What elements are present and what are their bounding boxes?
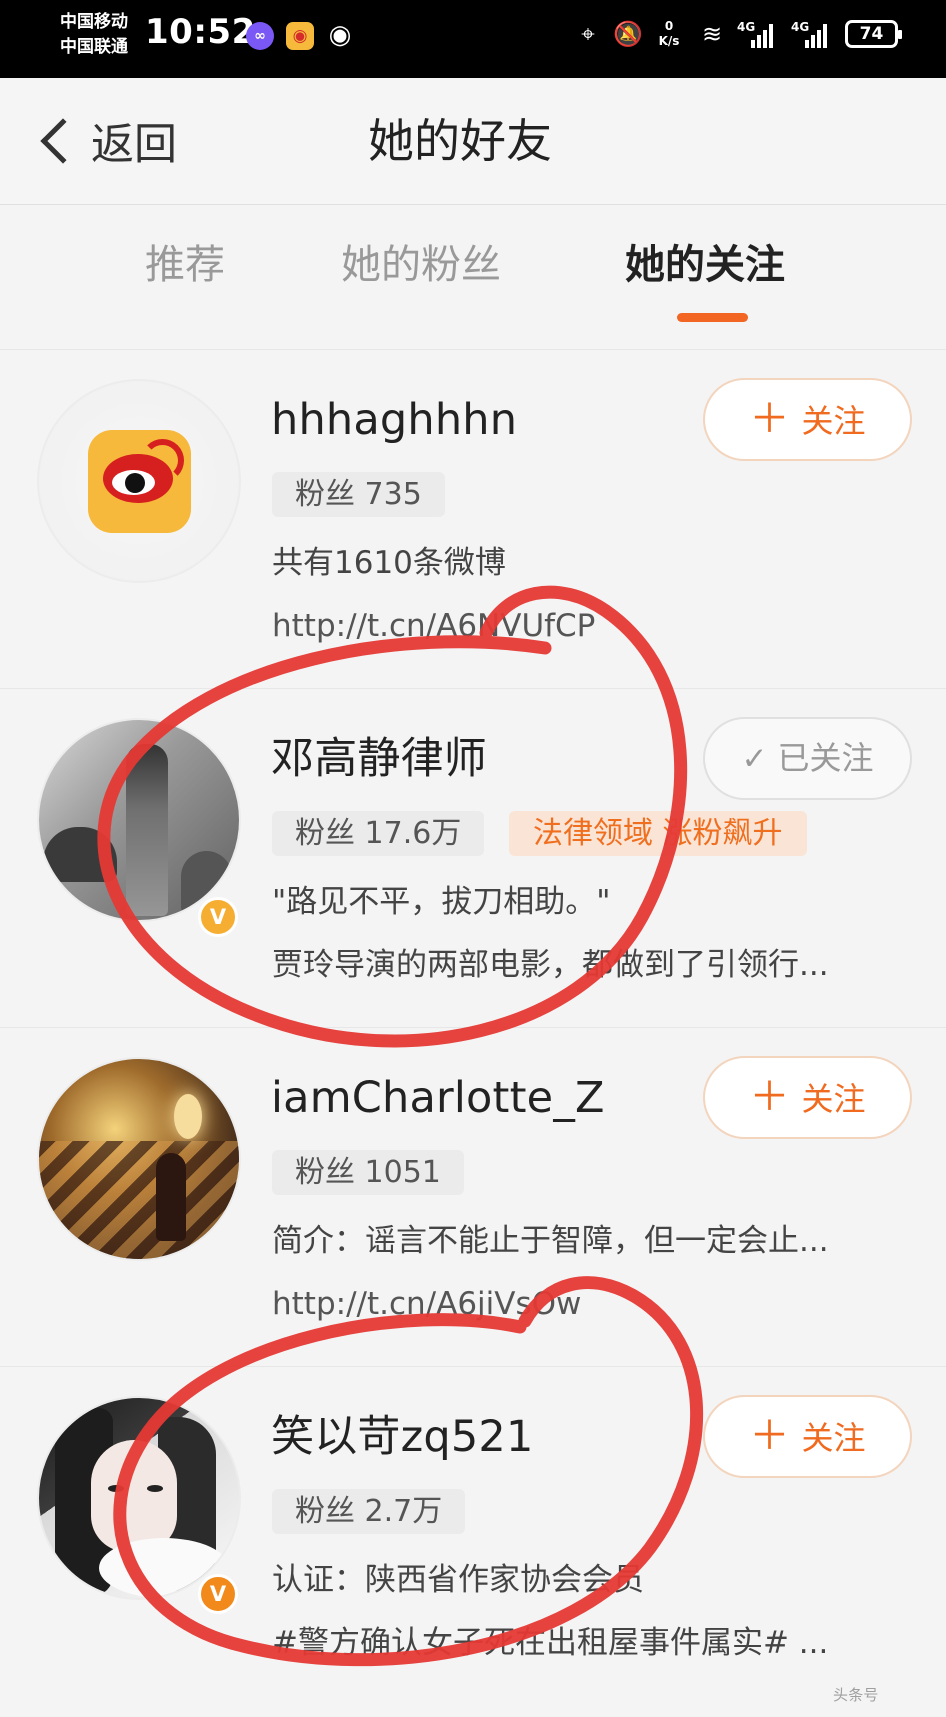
weibo-logo-icon	[88, 430, 191, 533]
user-link[interactable]: http://t.cn/A6NVUfCP	[272, 604, 912, 648]
verified-badge-icon: V	[198, 1574, 238, 1614]
signal-icon-2: 4G	[791, 20, 833, 48]
speed-value: 0	[664, 19, 674, 33]
avatar[interactable]	[37, 1396, 241, 1600]
user-description-line-1: 简介：谣言不能止于智障，但一定会止...	[272, 1223, 829, 1259]
status-bar: 中国移动 中国联通 10:52 ∞ ◉ ◉ ⌖ 🔕 0 K/s ≋ 4G 4G …	[0, 0, 946, 78]
user-row[interactable]: iamCharlotte_Z 粉丝 1051 简介：谣言不能止于智障，但一定会止…	[0, 1027, 946, 1366]
fans-count: 粉丝 1051	[272, 1150, 464, 1195]
back-label: 返回	[91, 120, 177, 170]
fans-count: 粉丝 2.7万	[272, 1489, 466, 1534]
user-name[interactable]: 笑以苛zq521	[271, 1407, 534, 1467]
user-row[interactable]: hhhaghhhn 粉丝 735 共有1610条微博 http://t.cn/A…	[0, 349, 946, 688]
user-name[interactable]: iamCharlotte_Z	[271, 1068, 605, 1128]
carrier-2: 中国联通	[60, 37, 128, 57]
check-icon: ✓	[741, 741, 768, 777]
fans-count: 粉丝 17.6万	[272, 811, 485, 856]
follow-label: 关注	[801, 402, 866, 440]
tab-bar: 推荐 她的粉丝 她的关注	[0, 205, 946, 349]
status-icons: ⌖ 🔕 0 K/s ≋ 4G 4G 74	[575, 12, 902, 56]
trend-tag: 法律领域 涨粉飙升	[509, 811, 807, 856]
signal-bars-2	[805, 24, 827, 48]
watermark: 头条号	[833, 1686, 879, 1704]
user-description-line-1: 认证：陕西省作家协会会员	[272, 1562, 644, 1598]
carrier-info: 中国移动 中国联通	[60, 10, 150, 60]
follow-button[interactable]: ＋ 关注	[703, 378, 912, 461]
tab-recommend[interactable]: 推荐	[145, 237, 225, 293]
avatar[interactable]	[37, 718, 241, 922]
follow-label: 关注	[801, 1080, 866, 1118]
mute-bell-icon: 🔕	[613, 20, 643, 48]
user-description-line-2: #警方确认女子死在出租屋事件属实# ...	[272, 1625, 829, 1661]
navigation-bar: 返回 她的好友	[0, 78, 946, 205]
following-list: hhhaghhhn 粉丝 735 共有1610条微博 http://t.cn/A…	[0, 349, 946, 1717]
follow-button[interactable]: ＋ 关注	[703, 1395, 912, 1478]
plus-icon: ＋	[749, 1074, 790, 1120]
tab-her-following[interactable]: 她的关注	[625, 237, 785, 293]
active-tab-indicator	[677, 313, 748, 322]
user-row[interactable]: V 邓高静律师 粉丝 17.6万 法律领域 涨粉飙升 "路见不平，拔刀相助。" …	[0, 688, 946, 1027]
user-name[interactable]: 邓高静律师	[271, 729, 487, 789]
followed-label: 已关注	[777, 739, 874, 777]
plus-icon: ＋	[749, 1413, 790, 1459]
user-description-line-1: "路见不平，拔刀相助。"	[272, 884, 611, 920]
battery-icon: 74	[845, 20, 902, 48]
page-title: 她的好友	[368, 114, 552, 168]
follow-button[interactable]: ＋ 关注	[703, 1056, 912, 1139]
speed-unit: K/s	[658, 34, 680, 48]
fans-count: 粉丝 735	[272, 472, 445, 517]
followed-button[interactable]: ✓ 已关注	[703, 717, 912, 800]
user-description-line-2: 贾玲导演的两部电影，都做到了引领行...	[272, 947, 829, 983]
back-button[interactable]: 返回	[32, 112, 177, 170]
signal-icon-1: 4G	[737, 20, 779, 48]
carrier-1: 中国移动	[60, 12, 128, 32]
verified-badge-icon: V	[198, 897, 238, 937]
user-description-line-1: 共有1610条微博	[272, 545, 506, 581]
eye-icon: ◉	[328, 20, 352, 50]
wifi-icon: ≋	[701, 20, 723, 48]
user-row[interactable]: V 笑以苛zq521 粉丝 2.7万 认证：陕西省作家协会会员 #警方确认女子死…	[0, 1366, 946, 1717]
network-speed: 0 K/s	[651, 19, 687, 49]
user-link[interactable]: http://t.cn/A6jiVsOw	[272, 1282, 912, 1326]
signal-bars-1	[751, 24, 773, 48]
weibo-icon: ◉	[286, 22, 314, 50]
purple-app-icon: ∞	[246, 22, 274, 50]
clock-time: 10:52	[145, 12, 256, 52]
follow-label: 关注	[801, 1419, 866, 1457]
tab-her-followers[interactable]: 她的粉丝	[341, 237, 501, 293]
avatar[interactable]	[37, 379, 241, 583]
plus-icon: ＋	[749, 396, 790, 442]
avatar[interactable]	[37, 1057, 241, 1261]
location-icon: ⌖	[581, 20, 595, 48]
user-name[interactable]: hhhaghhhn	[271, 390, 517, 450]
back-chevron-icon	[40, 118, 86, 164]
